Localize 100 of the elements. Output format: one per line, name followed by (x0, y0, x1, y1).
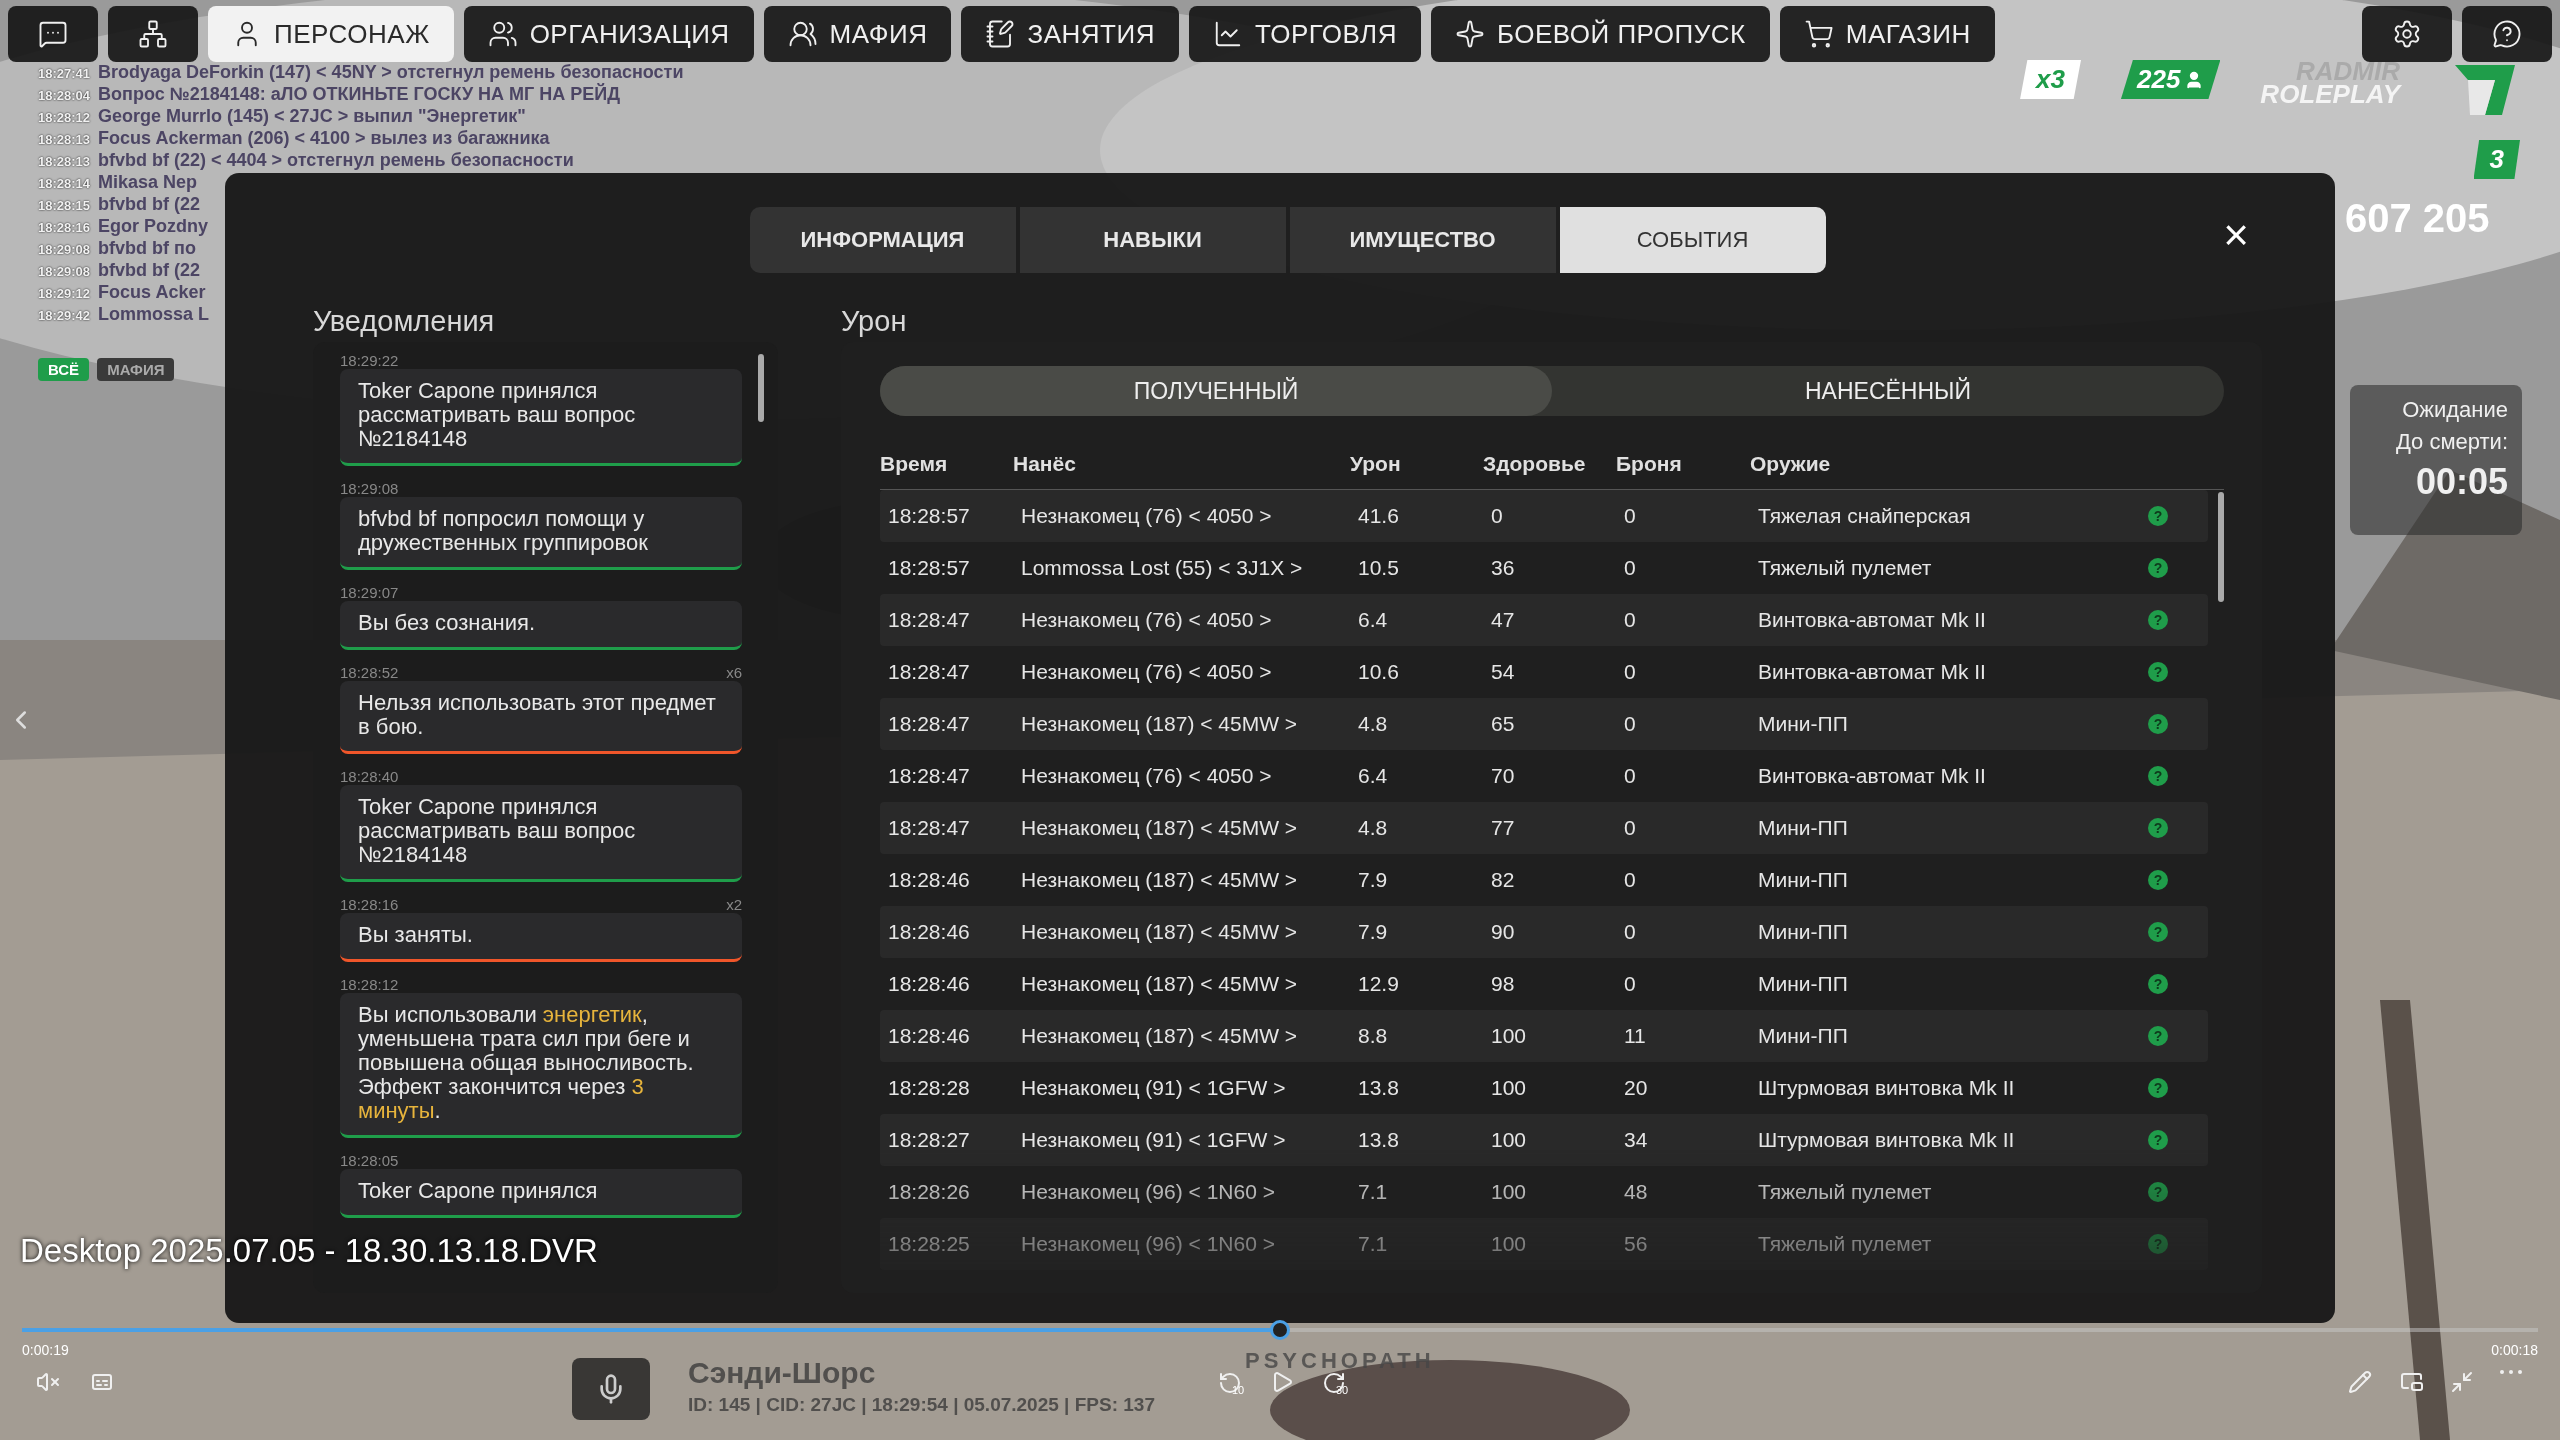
table-cell-text: Незнакомец (91) < 1GFW > (1021, 1128, 1287, 1152)
table-cell-text: 20 (1624, 1076, 1649, 1100)
close-button[interactable]: × (2217, 213, 2255, 257)
info-badge[interactable]: ? (2148, 818, 2168, 838)
status-label: До смерти: (2395, 429, 2508, 455)
scrollbar-thumb[interactable] (2218, 492, 2224, 602)
star-icon (1454, 19, 1485, 49)
info-badge[interactable]: ? (2148, 558, 2168, 578)
tab[interactable]: СОБЫТИЯ (1559, 207, 1826, 273)
table-cell-text: Винтовка-автомат Mk II (1758, 660, 1987, 684)
info-badge[interactable]: ? (2148, 870, 2168, 890)
notification-time: 18:29:07 (340, 584, 399, 601)
table-cell-text: 36 (1491, 556, 1516, 580)
settings-button[interactable] (2362, 6, 2452, 62)
table-cell-text: 34 (1624, 1128, 1649, 1152)
tab[interactable]: ИНФОРМАЦИЯ (749, 207, 1016, 273)
info-badge[interactable]: ? (2148, 1130, 2168, 1150)
menu-tab[interactable]: ТОРГОВЛЯ (1188, 6, 1421, 62)
minimize-icon (2450, 1370, 2474, 1394)
section-title: Уведомления (313, 305, 496, 338)
info-badge[interactable]: ? (2148, 610, 2168, 630)
table-cell-text: Винтовка-автомат Mk II (1758, 608, 1987, 632)
table-cell-text: 100 (1491, 1180, 1528, 1204)
info-badge[interactable]: ? (2148, 1078, 2168, 1098)
info-badge[interactable]: ? (2148, 506, 2168, 526)
chat-timestamp: 18:27:41 (38, 66, 91, 81)
remaining-time: 0:00:18 (2491, 1342, 2538, 1358)
chat-timestamp: 18:29:12 (38, 286, 91, 301)
multiplier-badge: x3 (2020, 60, 2081, 99)
table-cell-text: 6.4 (1358, 764, 1389, 788)
mute-icon (36, 1370, 60, 1394)
table-cell-text: 0 (1624, 660, 1637, 684)
menu-tab[interactable]: ЗАНЯТИЯ (961, 6, 1179, 62)
notification-time: 18:29:22 (340, 352, 399, 369)
tab[interactable]: ИМУЩЕСТВО (1289, 207, 1556, 273)
info-badge[interactable]: ? (2148, 662, 2168, 682)
segment-button[interactable]: ПОЛУЧЕННЫЙ (880, 366, 1552, 416)
table-cell-text: 12.9 (1358, 972, 1400, 996)
table-cell-text: 8.8 (1358, 1024, 1389, 1048)
column-header: Время (880, 452, 949, 477)
table-cell-text: 18:28:47 (888, 712, 971, 736)
chat-icon (38, 19, 68, 49)
column-header: Оружие (1750, 452, 1832, 477)
help-button[interactable] (2462, 6, 2552, 62)
column-header: Урон (1350, 452, 1402, 477)
chat-timestamp: 18:28:13 (38, 154, 91, 169)
chat-timestamp: 18:28:16 (38, 220, 91, 235)
chat-filter-tab[interactable]: МАФИЯ (97, 358, 175, 381)
table-cell-text: 10.6 (1358, 660, 1400, 684)
chat-filter-tab[interactable]: ВСЁ (38, 358, 90, 381)
microphone-button[interactable] (572, 1358, 650, 1420)
chat-timestamp: 18:29:42 (38, 308, 91, 323)
chat-message: Focus Ackerman (206) < 4100 > вылез из багажника (98, 128, 550, 149)
table-cell-text: 18:28:57 (888, 556, 971, 580)
info-badge[interactable]: ? (2148, 1182, 2168, 1202)
table-cell-text: Тяжелый пулемет (1758, 1180, 1933, 1204)
table-cell-text: 18:28:57 (888, 504, 971, 528)
status-title: Ожидание (2402, 397, 2508, 423)
info-badge[interactable]: ? (2148, 714, 2168, 734)
info-badge[interactable]: ? (2148, 766, 2168, 786)
table-cell-text: Тяжелый пулемет (1758, 556, 1933, 580)
chat-message: Focus Acker (98, 282, 206, 303)
chat-message: Вопрос №2184148: аЛО ОТКИНЬТЕ ГОСКУ НА МГ НА РЕЙД (98, 84, 621, 105)
table-cell-text: Штурмовая винтовка Mk II (1758, 1076, 2016, 1100)
table-cell-text: Мини-ПП (1758, 920, 1849, 944)
progress-slider[interactable] (22, 1320, 2538, 1340)
hierarchy-button[interactable] (108, 6, 198, 62)
info-badge[interactable]: ? (2148, 1234, 2168, 1254)
info-badge[interactable]: ? (2148, 922, 2168, 942)
table-cell-text: 11 (1624, 1024, 1647, 1048)
table-cell-text: 7.1 (1358, 1180, 1389, 1204)
menu-tab[interactable]: БОЕВОЙ ПРОПУСК (1430, 6, 1770, 62)
table-cell-text: Незнакомец (187) < 45MW > (1021, 972, 1299, 996)
table-cell-text: 0 (1624, 504, 1637, 528)
table-cell-text: 0 (1624, 556, 1637, 580)
menu-tab[interactable]: МАГАЗИН (1779, 6, 1995, 62)
info-badge[interactable]: ? (2148, 1026, 2168, 1046)
tab[interactable]: НАВЫКИ (1019, 207, 1286, 273)
player-info: ID: 145 | CID: 27JC | 18:29:54 | 05.07.2025 | FPS: 137 (688, 1394, 1155, 1416)
menu-tab[interactable]: МАФИЯ (763, 6, 952, 62)
menu-tab[interactable]: ОРГАНИЗАЦИЯ (463, 6, 754, 62)
chat-button[interactable] (8, 6, 98, 62)
scrollbar-thumb[interactable] (758, 354, 764, 422)
segment-button[interactable]: НАНЕСЁННЫЙ (1552, 366, 2224, 416)
table-cell-text: Незнакомец (187) < 45MW > (1021, 712, 1299, 736)
table-cell-text: Незнакомец (187) < 45MW > (1021, 920, 1299, 944)
table-cell-text: Мини-ПП (1758, 816, 1849, 840)
menu-tab[interactable]: ПЕРСОНАЖ (208, 6, 454, 62)
notification-text: Нельзя использовать этот предмет в бою. (358, 691, 717, 739)
notification-time: 18:28:52 (340, 664, 399, 681)
table-cell-text: 54 (1491, 660, 1516, 684)
chat-timestamp: 18:28:14 (38, 176, 91, 191)
table-cell-text: Незнакомец (76) < 4050 > (1021, 608, 1273, 632)
info-badge[interactable]: ? (2148, 974, 2168, 994)
death-timer: 00:05 (2415, 461, 2508, 503)
chat-message: Brodyaga DeForkin (147) < 45NY > отстегнул ремень безопасности (98, 62, 684, 83)
table-cell-text: Незнакомец (96) < 1N60 > (1021, 1180, 1276, 1204)
people-icon (787, 19, 818, 49)
table-cell-text: 18:28:46 (888, 920, 971, 944)
table-cell-text: 41.6 (1358, 504, 1400, 528)
